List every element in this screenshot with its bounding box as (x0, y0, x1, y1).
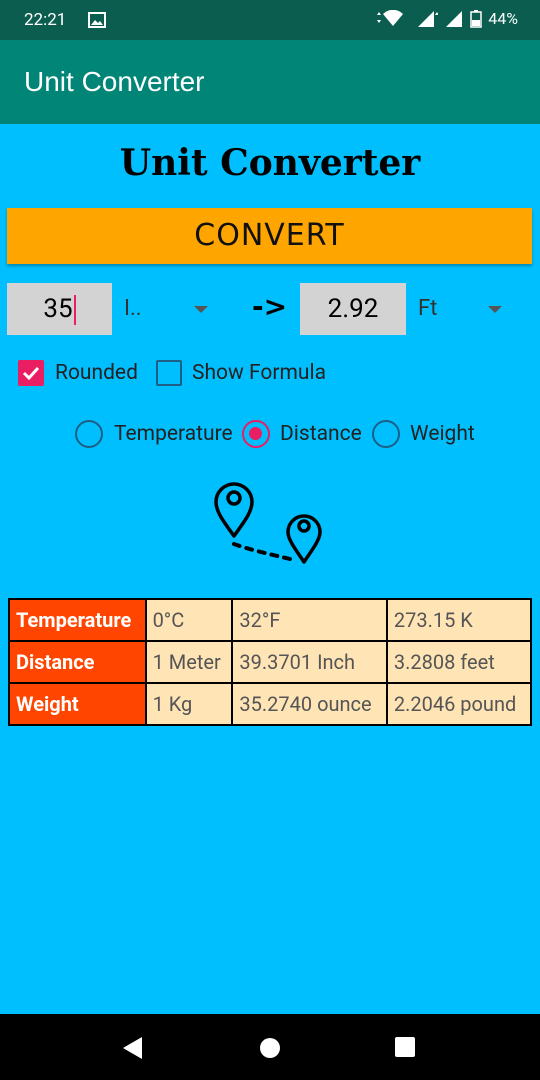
table-row: Temperature 0°C 32°F 273.15 K (8, 598, 533, 642)
status-icons: 44% (376, 9, 518, 28)
signal-icon (418, 10, 439, 27)
page-title: Unit Converter (119, 142, 421, 184)
table-cell: 0°C (144, 598, 234, 642)
table-cell-header: Temperature (8, 598, 147, 642)
home-icon[interactable] (259, 1037, 281, 1059)
radio-weight[interactable] (372, 420, 400, 448)
table-cell: 1 Meter (144, 640, 234, 684)
table-cell-header: Distance (8, 640, 147, 684)
table-cell: 3.2808 feet (385, 640, 533, 684)
status-time: 22:21 (24, 10, 67, 30)
wifi-icon (377, 9, 404, 26)
show-formula-checkbox[interactable] (156, 360, 182, 386)
input-unit-spinner[interactable]: I.. (124, 283, 142, 335)
text-cursor (73, 295, 76, 326)
output-value-field[interactable]: 2.92 (300, 283, 406, 335)
radio-distance-label[interactable]: Distance (280, 420, 362, 448)
arrow-label: -> (252, 290, 288, 323)
gallery-icon (88, 12, 106, 32)
rounded-checkbox[interactable] (18, 360, 44, 386)
convert-button[interactable]: CONVERT (7, 208, 532, 264)
table-cell: 35.2740 ounce (231, 682, 388, 726)
radio-temperature-label[interactable]: Temperature (114, 420, 233, 448)
output-unit-dropdown-icon[interactable] (488, 306, 502, 313)
back-icon[interactable] (122, 1036, 144, 1060)
app-bar: Unit Converter (0, 40, 540, 124)
app-title: Unit Converter (24, 66, 205, 97)
input-unit-dropdown-icon[interactable] (194, 306, 208, 313)
table-row: Weight 1 Kg 35.2740 ounce 2.2046 pound (8, 682, 533, 726)
radio-weight-label[interactable]: Weight (410, 420, 475, 448)
table-row: Distance 1 Meter 39.3701 Inch 3.2808 fee… (8, 640, 533, 684)
recents-icon[interactable] (394, 1036, 416, 1058)
input-value-text: 35 (43, 294, 73, 324)
battery-percent: 44% (488, 9, 518, 28)
radio-temperature[interactable] (75, 420, 103, 448)
signal-icon-2 (446, 10, 463, 27)
table-cell: 2.2046 pound (385, 682, 533, 726)
conversion-table: Temperature 0°C 32°F 273.15 K Distance 1… (8, 598, 533, 726)
table-cell: 273.15 K (385, 598, 533, 642)
table-cell: 39.3701 Inch (231, 640, 388, 684)
radio-distance[interactable] (242, 420, 270, 448)
input-value-field[interactable]: 35 (7, 283, 112, 335)
table-cell: 1 Kg (144, 682, 234, 726)
battery-icon (470, 9, 483, 28)
route-map-pin-icon (210, 480, 330, 574)
table-cell: 32°F (231, 598, 388, 642)
table-cell-header: Weight (8, 682, 147, 726)
output-unit-spinner[interactable]: Ft (418, 283, 437, 335)
show-formula-label[interactable]: Show Formula (192, 360, 326, 386)
status-bar: 22:21 44% (0, 0, 540, 40)
rounded-label[interactable]: Rounded (55, 360, 138, 386)
navigation-bar (0, 1014, 540, 1080)
